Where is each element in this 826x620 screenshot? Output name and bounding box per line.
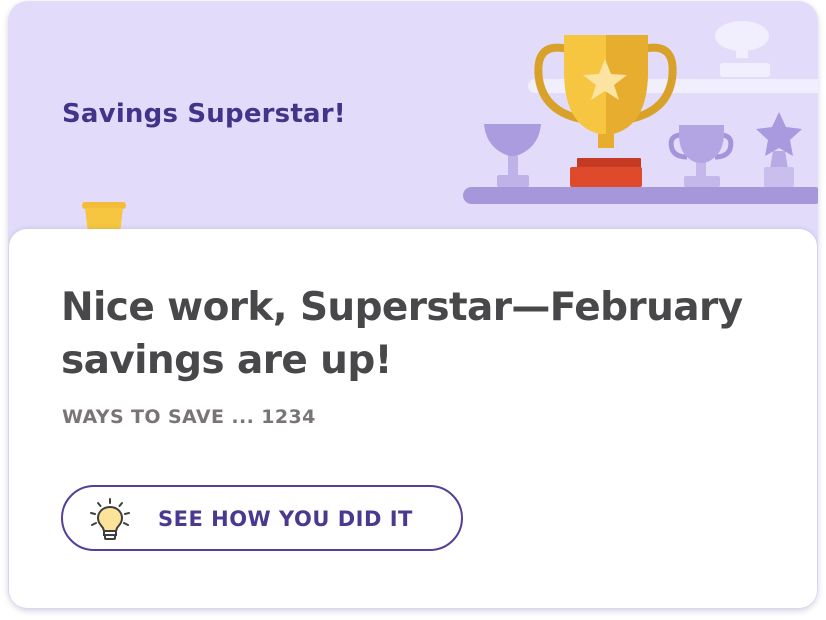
hero-banner: Savings Superstar!	[8, 1, 818, 241]
bowl-trophy-icon	[715, 21, 770, 77]
main-shelf	[463, 187, 818, 204]
cup-trophy-icon	[484, 124, 541, 187]
savings-card: Savings Superstar! Nice work, Superstar—…	[8, 1, 818, 609]
see-how-you-did-it-label: SEE HOW YOU DID IT	[158, 507, 413, 531]
trophy-icon	[534, 35, 677, 187]
see-how-you-did-it-button[interactable]: SEE HOW YOU DID IT	[61, 485, 463, 551]
headline: Nice work, Superstar—February savings ar…	[61, 285, 743, 383]
lightbulb-icon	[90, 498, 130, 540]
trophy-shelf-illustration	[82, 21, 818, 233]
content-panel: Nice work, Superstar—February savings ar…	[9, 229, 817, 608]
cup-trophy-icon	[668, 125, 734, 187]
star-trophy-icon	[756, 112, 802, 187]
account-label: WAYS TO SAVE ... 1234	[62, 406, 316, 428]
